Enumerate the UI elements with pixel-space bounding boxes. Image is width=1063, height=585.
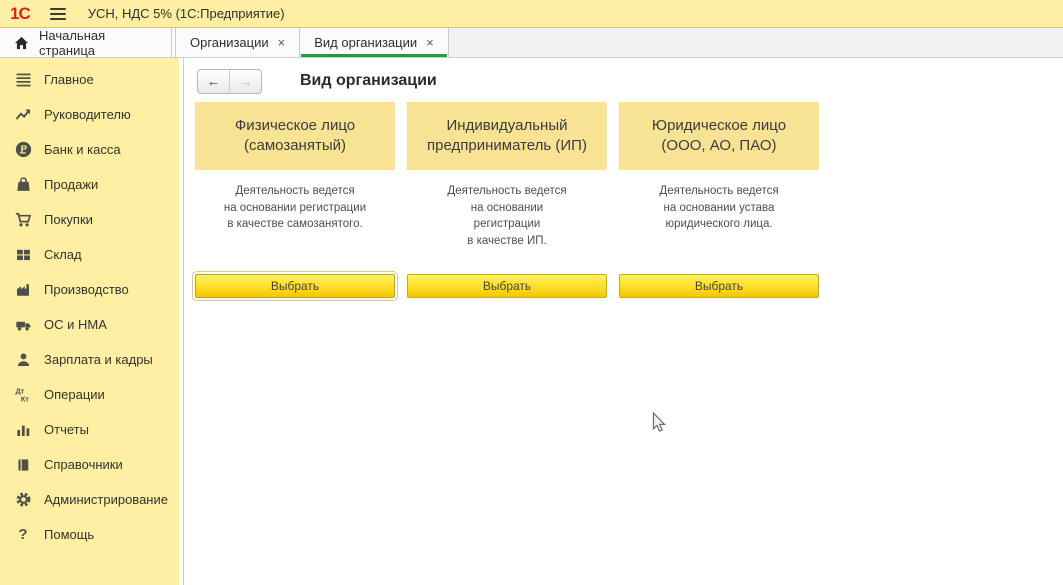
select-button-selfemployed[interactable]: Выбрать — [195, 274, 395, 298]
title-bar: 1С УСН, НДС 5% (1С:Предприятие) — [0, 0, 1063, 28]
back-button[interactable]: ← — [198, 70, 230, 93]
sidebar-item-label: Администрирование — [44, 492, 168, 507]
sidebar-item-rukovoditelyu[interactable]: Руководителю — [0, 97, 179, 132]
books-icon — [14, 456, 32, 473]
sidebar-item-label: Операции — [44, 387, 105, 402]
shopping-cart-icon — [14, 211, 32, 228]
active-tab-indicator — [301, 54, 446, 57]
sidebar-item-label: Производство — [44, 282, 129, 297]
sidebar-item-proizvodstvo[interactable]: Производство — [0, 272, 179, 307]
option-title-card: Физическое лицо (самозанятый) — [195, 102, 395, 170]
bar-chart-icon — [14, 421, 32, 438]
sidebar-item-spravochniki[interactable]: Справочники — [0, 447, 179, 482]
person-icon — [14, 351, 32, 368]
select-button-entrepreneur[interactable]: Выбрать — [407, 274, 607, 298]
sidebar-item-os-i-nma[interactable]: ОС и НМА — [0, 307, 179, 342]
select-button-legal-entity[interactable]: Выбрать — [619, 274, 819, 298]
svg-text:Кт: Кт — [20, 395, 28, 403]
1c-logo: 1С — [10, 5, 30, 22]
tab-label: Вид организации — [314, 35, 417, 50]
option-description: Деятельность ведется на основании регист… — [195, 183, 395, 271]
tab-home[interactable]: Начальная страница — [0, 28, 172, 57]
sidebar-item-sklad[interactable]: Склад — [0, 237, 179, 272]
sidebar-item-glavnoe[interactable]: Главное — [0, 62, 179, 97]
gear-icon — [14, 491, 32, 508]
sidebar: Главное Руководителю Р Банк и касса Прод… — [0, 58, 179, 585]
sidebar-item-label: Отчеты — [44, 422, 89, 437]
organization-type-options: Физическое лицо (самозанятый) Деятельнос… — [195, 102, 1063, 298]
option-individual-selfemployed: Физическое лицо (самозанятый) Деятельнос… — [195, 102, 395, 298]
sidebar-item-prodazhi[interactable]: Продажи — [0, 167, 179, 202]
option-legal-entity: Юридическое лицо (ООО, АО, ПАО) Деятельн… — [619, 102, 819, 298]
close-icon[interactable]: × — [278, 36, 286, 49]
sidebar-item-pokupki[interactable]: Покупки — [0, 202, 179, 237]
history-nav-group: ← → — [197, 69, 262, 94]
option-individual-entrepreneur: Индивидуальный предприниматель (ИП) Деят… — [407, 102, 607, 298]
navigation-toolbar: ← → Вид организации — [197, 68, 1063, 94]
tab-organizations[interactable]: Организации × — [176, 28, 300, 57]
trend-up-icon — [14, 106, 32, 123]
sidebar-item-label: Зарплата и кадры — [44, 352, 153, 367]
tab-label: Начальная страница — [39, 28, 157, 58]
sidebar-item-label: Склад — [44, 247, 82, 262]
option-description: Деятельность ведется на основании регист… — [407, 183, 607, 271]
sidebar-item-label: Справочники — [44, 457, 123, 472]
page-title: Вид организации — [300, 72, 437, 90]
app-window: { "window": { "logo": "1С", "title": "УС… — [0, 0, 1063, 585]
sidebar-item-label: Покупки — [44, 212, 93, 227]
sidebar-item-label: Главное — [44, 72, 94, 87]
warehouse-icon — [14, 246, 32, 263]
sidebar-item-label: ОС и НМА — [44, 317, 107, 332]
option-description: Деятельность ведется на основании устава… — [619, 183, 819, 271]
sidebar-item-administrirovanie[interactable]: Администрирование — [0, 482, 179, 517]
sidebar-item-otchety[interactable]: Отчеты — [0, 412, 179, 447]
shopping-bag-icon — [14, 176, 32, 193]
window-title: УСН, НДС 5% (1С:Предприятие) — [88, 6, 285, 21]
forward-button[interactable]: → — [230, 70, 261, 93]
main-content: ← → Вид организации Физическое лицо (сам… — [184, 58, 1063, 585]
body: Главное Руководителю Р Банк и касса Прод… — [0, 58, 1063, 585]
main-menu-icon[interactable] — [50, 8, 66, 20]
tab-label: Организации — [190, 35, 269, 50]
factory-icon — [14, 281, 32, 298]
option-title-card: Индивидуальный предприниматель (ИП) — [407, 102, 607, 170]
close-icon[interactable]: × — [426, 36, 434, 49]
debit-credit-icon: ДтКт — [14, 386, 32, 403]
menu-lines-icon — [14, 71, 32, 88]
sidebar-item-zarplata-i-kadry[interactable]: Зарплата и кадры — [0, 342, 179, 377]
option-title-card: Юридическое лицо (ООО, АО, ПАО) — [619, 102, 819, 170]
tab-organization-type[interactable]: Вид организации × — [300, 28, 448, 57]
sidebar-item-label: Продажи — [44, 177, 98, 192]
sidebar-item-pomosch[interactable]: ? Помощь — [0, 517, 179, 552]
sidebar-item-operacii[interactable]: ДтКт Операции — [0, 377, 179, 412]
sidebar-item-label: Банк и касса — [44, 142, 121, 157]
sidebar-item-label: Руководителю — [44, 107, 131, 122]
truck-icon — [14, 316, 32, 333]
sidebar-item-label: Помощь — [44, 527, 94, 542]
tab-bar: Начальная страница Организации × Вид орг… — [0, 28, 1063, 58]
home-icon — [14, 36, 29, 50]
ruble-circle-icon: Р — [14, 141, 32, 158]
question-icon: ? — [14, 526, 32, 543]
sidebar-item-bank-i-kassa[interactable]: Р Банк и касса — [0, 132, 179, 167]
